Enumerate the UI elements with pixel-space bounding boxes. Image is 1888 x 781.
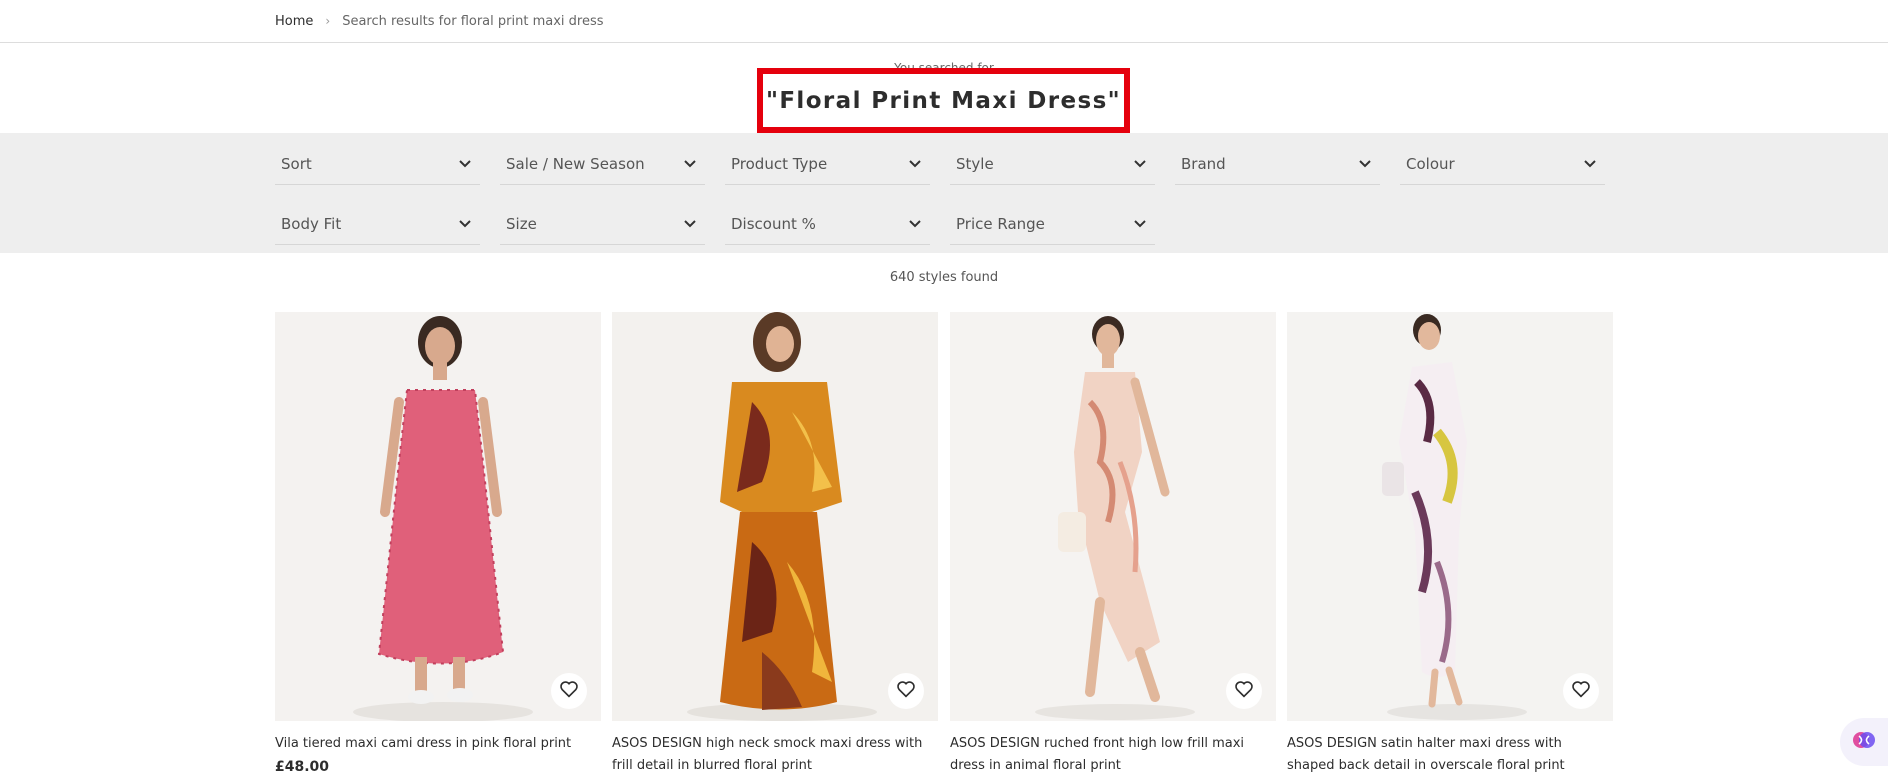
filter-label: Body Fit <box>281 214 342 233</box>
filter-label: Size <box>506 214 537 233</box>
filter-style[interactable]: Style <box>950 143 1155 185</box>
product-image[interactable] <box>1287 312 1613 721</box>
filter-body-fit[interactable]: Body Fit <box>275 203 480 245</box>
breadcrumb-separator: › <box>325 14 331 28</box>
search-heading: You searched for "Floral Print Maxi Dres… <box>0 43 1888 133</box>
heart-icon <box>1571 680 1591 702</box>
filter-price-range[interactable]: Price Range <box>950 203 1155 245</box>
filter-label: Sale / New Season <box>506 154 645 173</box>
filter-label: Style <box>956 154 994 173</box>
product-card[interactable]: ASOS DESIGN satin halter maxi dress with… <box>1287 312 1613 781</box>
filter-label: Price Range <box>956 214 1045 233</box>
filter-label: Product Type <box>731 154 828 173</box>
assistant-launcher[interactable] <box>1840 718 1888 766</box>
product-title[interactable]: Vila tiered maxi cami dress in pink flor… <box>275 733 601 755</box>
chevron-down-icon <box>908 157 922 171</box>
heart-icon <box>559 680 579 702</box>
filter-colour[interactable]: Colour <box>1400 143 1605 185</box>
filter-label: Brand <box>1181 154 1226 173</box>
filter-label: Sort <box>281 154 312 173</box>
chevron-down-icon <box>1358 157 1372 171</box>
wishlist-button[interactable] <box>1563 673 1599 709</box>
heart-icon <box>1234 680 1254 702</box>
search-title-highlight: "Floral Print Maxi Dress" <box>757 68 1130 133</box>
breadcrumb: Home › Search results for floral print m… <box>275 0 604 42</box>
heart-icon <box>896 680 916 702</box>
product-card[interactable]: ASOS DESIGN ruched front high low frill … <box>950 312 1276 781</box>
product-image[interactable] <box>275 312 601 721</box>
filter-brand[interactable]: Brand <box>1175 143 1380 185</box>
product-card[interactable]: ASOS DESIGN high neck smock maxi dress w… <box>612 312 938 781</box>
product-image[interactable] <box>950 312 1276 721</box>
filter-sale-new-season[interactable]: Sale / New Season <box>500 143 705 185</box>
chevron-down-icon <box>1583 157 1597 171</box>
filter-bar: Sort Sale / New Season Product Type Styl… <box>0 133 1888 253</box>
product-title[interactable]: ASOS DESIGN satin halter maxi dress with… <box>1287 733 1613 777</box>
product-photo-illustration <box>1287 312 1613 721</box>
filter-sort[interactable]: Sort <box>275 143 480 185</box>
wishlist-button[interactable] <box>888 673 924 709</box>
product-price: £48.00 <box>275 759 330 775</box>
product-photo-illustration <box>950 312 1276 721</box>
product-photo-illustration <box>612 312 938 721</box>
breadcrumb-home-link[interactable]: Home <box>275 14 313 29</box>
filter-size[interactable]: Size <box>500 203 705 245</box>
chevron-down-icon <box>458 217 472 231</box>
chevron-down-icon <box>908 217 922 231</box>
product-title[interactable]: ASOS DESIGN ruched front high low frill … <box>950 733 1276 777</box>
wishlist-button[interactable] <box>551 673 587 709</box>
filter-discount[interactable]: Discount % <box>725 203 930 245</box>
product-card[interactable]: Vila tiered maxi cami dress in pink flor… <box>275 312 601 775</box>
chevron-down-icon <box>458 157 472 171</box>
chevron-down-icon <box>683 157 697 171</box>
assistant-icon <box>1851 727 1877 757</box>
wishlist-button[interactable] <box>1226 673 1262 709</box>
filter-label: Discount % <box>731 214 816 233</box>
chevron-down-icon <box>1133 217 1147 231</box>
breadcrumb-current: Search results for floral print maxi dre… <box>342 13 604 29</box>
results-count: 640 styles found <box>889 270 999 285</box>
search-title: "Floral Print Maxi Dress" <box>765 87 1122 114</box>
filter-product-type[interactable]: Product Type <box>725 143 930 185</box>
product-title[interactable]: ASOS DESIGN high neck smock maxi dress w… <box>612 733 938 777</box>
product-photo-illustration <box>275 312 601 721</box>
filter-label: Colour <box>1406 154 1455 173</box>
chevron-down-icon <box>1133 157 1147 171</box>
chevron-down-icon <box>683 217 697 231</box>
product-image[interactable] <box>612 312 938 721</box>
